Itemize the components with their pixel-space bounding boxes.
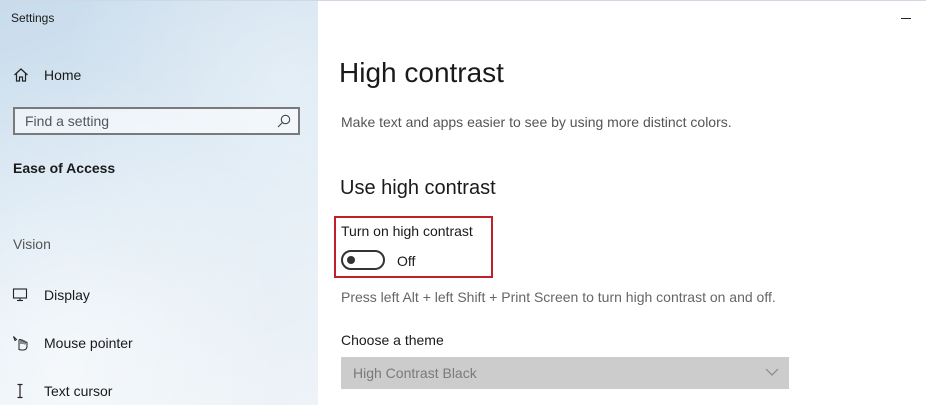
shortcut-hint: Press left Alt + left Shift + Print Scre… (341, 289, 776, 305)
sidebar-group-label: Vision (13, 236, 51, 252)
sidebar-section-title: Ease of Access (13, 160, 116, 176)
toggle-label: Turn on high contrast (341, 223, 473, 239)
sidebar-item-display[interactable]: Display (0, 275, 318, 315)
app-title: Settings (11, 11, 55, 25)
sidebar-item-label: Text cursor (44, 383, 113, 399)
monitor-icon (12, 288, 28, 302)
text-cursor-icon (17, 383, 23, 399)
sidebar-item-label: Mouse pointer (44, 335, 133, 351)
settings-window: Settings Home Ease of Access Vision Di (0, 0, 926, 405)
main-content: High contrast Make text and apps easier … (318, 1, 926, 405)
toggle-state-label: Off (397, 253, 416, 269)
theme-dropdown-value: High Contrast Black (353, 365, 477, 381)
search-input[interactable] (15, 109, 275, 133)
minimize-button[interactable] (894, 5, 918, 29)
sidebar-item-text-cursor[interactable]: Text cursor (0, 371, 318, 405)
chevron-down-icon (765, 368, 779, 376)
mouse-pointer-icon (13, 336, 28, 351)
section-heading: Use high contrast (340, 177, 496, 199)
sidebar-item-label: Home (44, 67, 82, 83)
sidebar-item-label: Display (44, 287, 90, 303)
high-contrast-toggle[interactable] (341, 250, 385, 270)
search-box[interactable] (13, 107, 300, 135)
search-icon[interactable] (276, 113, 292, 129)
toggle-knob (347, 256, 355, 264)
home-icon (14, 68, 28, 82)
sidebar-item-mouse-pointer[interactable]: Mouse pointer (0, 323, 318, 363)
sidebar-item-home[interactable]: Home (0, 59, 318, 91)
page-description: Make text and apps easier to see by usin… (341, 114, 732, 130)
sidebar: Settings Home Ease of Access Vision Di (0, 1, 318, 405)
page-title: High contrast (339, 57, 504, 88)
theme-dropdown[interactable]: High Contrast Black (341, 357, 789, 389)
theme-label: Choose a theme (341, 332, 444, 348)
